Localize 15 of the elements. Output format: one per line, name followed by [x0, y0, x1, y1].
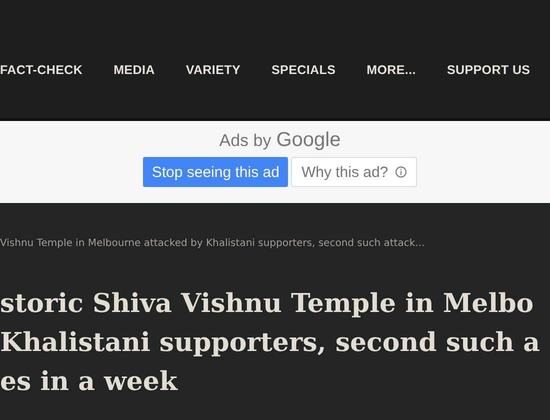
why-ad-button[interactable]: Why this ad?	[291, 157, 418, 187]
nav-link[interactable]: VARIETY	[186, 63, 240, 77]
ads-label: Ads by	[219, 131, 272, 151]
google-logo: Google	[276, 129, 341, 152]
breadcrumb: Vishnu Temple in Melbourne attacked by Khalistani supporters, second such attack...	[0, 238, 426, 249]
nav-link[interactable]: MORE...	[366, 63, 416, 77]
info-icon	[395, 166, 408, 178]
nav-link[interactable]: SPECIALS	[272, 63, 336, 77]
nav-link[interactable]: FACT-CHECK	[0, 63, 83, 77]
nav-link[interactable]: MEDIA	[114, 63, 155, 77]
headline-line: storic Shiva Vishnu Temple in Melbo	[0, 288, 535, 321]
nav-link[interactable]: SUPPORT US	[446, 63, 530, 77]
headline-line: Khalistani supporters, second such a	[0, 327, 542, 360]
headline-line: es in a week	[0, 366, 179, 399]
stop-ad-button[interactable]: Stop seeing this ad	[142, 157, 288, 187]
